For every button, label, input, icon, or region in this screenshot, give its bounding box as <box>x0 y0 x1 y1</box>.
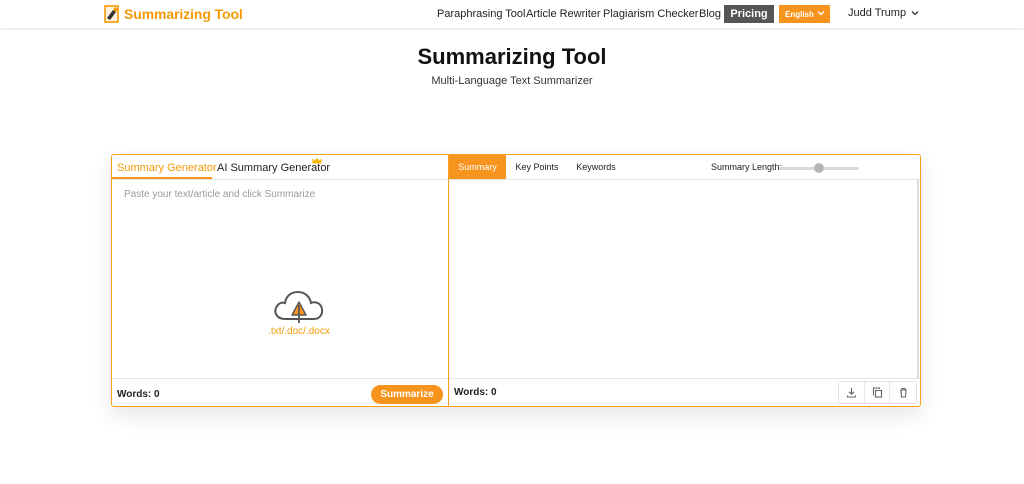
tab-summary[interactable]: Summary <box>449 155 506 179</box>
summary-length-label: Summary Length: <box>711 162 783 172</box>
copy-button[interactable] <box>864 382 891 403</box>
summarizer-panel: Summary Generator AI Summary Generator .… <box>111 154 921 407</box>
copy-icon <box>872 387 882 398</box>
page-subtitle: Multi-Language Text Summarizer <box>431 75 593 87</box>
slider-thumb[interactable] <box>814 163 824 173</box>
input-footer: Words: 0 Summarize <box>112 378 448 406</box>
active-tab-indicator <box>112 177 212 179</box>
output-words-count: Words: 0 <box>454 387 497 398</box>
output-pane: Summary Key Points Keywords Summary Leng… <box>449 155 920 406</box>
tab-key-points[interactable]: Key Points <box>509 155 565 179</box>
brand-logo-icon <box>104 5 119 23</box>
user-name: Judd Trump <box>848 7 907 19</box>
brand-name: Summarizing Tool <box>124 6 243 22</box>
language-selector[interactable]: English <box>779 5 830 23</box>
delete-button[interactable] <box>890 382 916 403</box>
crown-icon <box>312 157 322 164</box>
output-tabs: Summary Key Points Keywords Summary Leng… <box>449 155 920 180</box>
nav-link-blog[interactable]: Blog <box>699 8 721 20</box>
download-icon <box>846 388 856 398</box>
input-pane: Summary Generator AI Summary Generator .… <box>112 155 449 406</box>
upload-formats: .txt/.doc/.docx <box>268 326 330 337</box>
output-actions <box>838 381 917 404</box>
tab-summary-generator[interactable]: Summary Generator <box>117 162 217 174</box>
summary-output <box>449 180 920 378</box>
nav-link-paraphrasing-tool[interactable]: Paraphrasing Tool <box>437 8 525 20</box>
page-title: Summarizing Tool <box>417 44 607 69</box>
chevron-down-icon <box>911 11 919 16</box>
top-navbar: Summarizing Tool Paraphrasing Tool Artic… <box>0 0 1024 28</box>
nav-link-plagiarism-checker[interactable]: Plagiarism Checker <box>603 8 698 20</box>
language-label: English <box>785 9 814 19</box>
brand-home-link[interactable]: Summarizing Tool <box>104 5 243 23</box>
chevron-down-icon <box>817 11 825 16</box>
file-upload-button[interactable]: .txt/.doc/.docx <box>264 288 334 340</box>
output-scrollbar[interactable] <box>917 180 919 378</box>
delete-icon <box>899 387 907 398</box>
user-menu[interactable]: Judd Trump <box>848 7 919 19</box>
download-button[interactable] <box>839 382 865 403</box>
pricing-button[interactable]: Pricing <box>724 5 774 23</box>
summary-length-slider[interactable] <box>779 163 859 173</box>
nav-link-article-rewriter[interactable]: Article Rewriter <box>526 8 601 20</box>
summarize-button[interactable]: Summarize <box>371 385 443 404</box>
source-text-input[interactable] <box>112 180 448 378</box>
input-tabs: Summary Generator AI Summary Generator <box>112 155 448 180</box>
tab-keywords[interactable]: Keywords <box>569 155 623 179</box>
input-words-count: Words: 0 <box>117 389 160 400</box>
output-footer: Words: 0 <box>449 378 920 406</box>
cloud-upload-icon <box>274 290 324 323</box>
